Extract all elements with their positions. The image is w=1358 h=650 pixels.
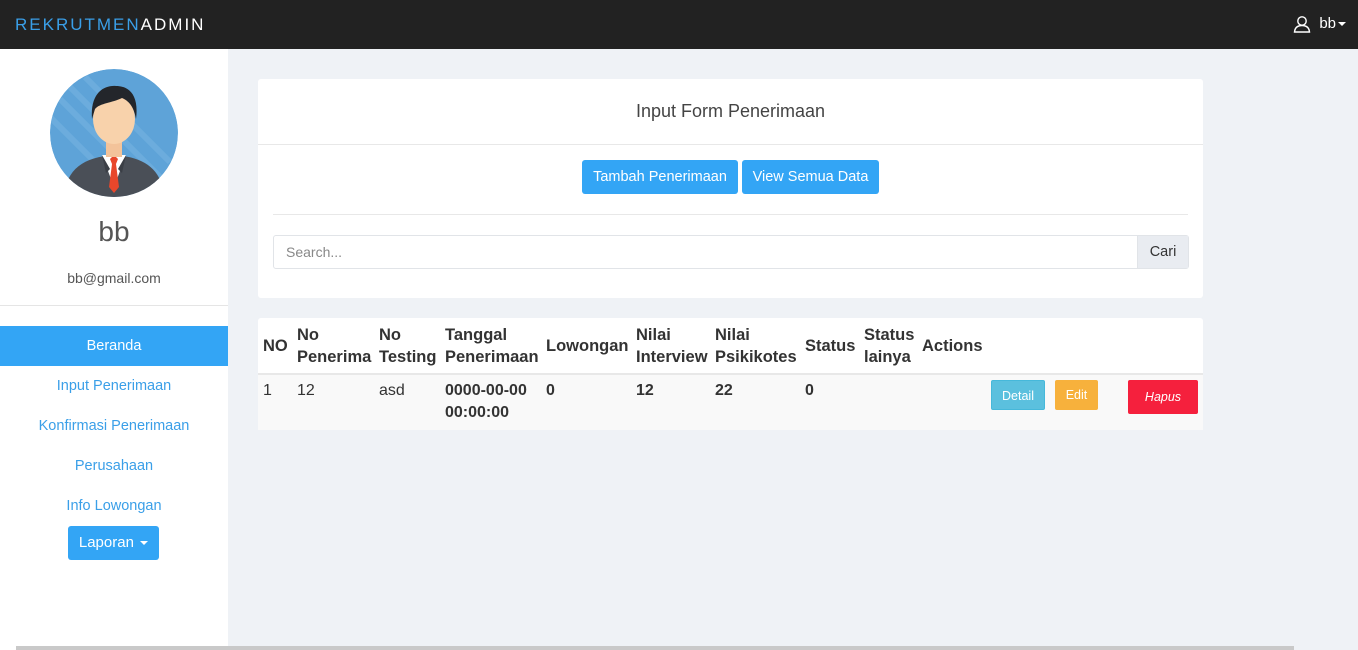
laporan-label: Laporan (78, 534, 134, 551)
divider (273, 214, 1188, 215)
column-header-status: Status (805, 337, 856, 355)
chevron-down-icon (140, 541, 149, 546)
column-header-actions: Actions (922, 337, 983, 355)
column-header-status-lainya: Status lainya (864, 326, 915, 366)
column-header-nilai-psikikotes: Nilai Psikikotes (715, 326, 797, 366)
top-navbar: REKRUTMENADMIN bb (0, 0, 1358, 49)
divider (258, 144, 1203, 145)
search-button[interactable]: Cari (1137, 236, 1188, 268)
profile-name: bb (98, 216, 130, 247)
sidebar-divider (0, 305, 228, 306)
column-header-no-penerima: No Penerima (297, 326, 372, 366)
view-semua-data-button[interactable]: View Semua Data (742, 160, 879, 194)
user-icon (1294, 16, 1311, 33)
sidebar-item-info-lowongan[interactable]: Info Lowongan (0, 486, 228, 526)
sidebar-nav: Beranda Input Penerimaan Konfirmasi Pene… (0, 326, 228, 526)
search-input[interactable] (274, 236, 1137, 268)
data-table: NO No Penerima No Testing Tanggal Penerimaa… (258, 318, 1203, 430)
cell-no-testing: asd (379, 382, 405, 399)
cell-no-penerima: 12 (297, 382, 315, 399)
column-header-no-testing: No Testing (379, 326, 437, 366)
cell-nilai-psikikotes: 22 (715, 382, 733, 399)
sidebar-item-perusahaan[interactable]: Perusahaan (0, 446, 228, 486)
avatar-image (50, 69, 178, 197)
sidebar-item-input-penerimaan[interactable]: Input Penerimaan (0, 366, 228, 406)
laporan-dropdown-button[interactable]: Laporan (68, 526, 159, 560)
column-header-tanggal-penerimaan: Tanggal Penerimaan (445, 326, 539, 366)
sidebar: bb bb@gmail.com Beranda Input Penerimaan… (0, 49, 228, 650)
search-group: Cari (273, 235, 1189, 269)
cell-no: 1 (263, 382, 272, 399)
cell-lowongan: 0 (546, 382, 555, 399)
tambah-penerimaan-button[interactable]: Tambah Penerimaan (582, 160, 738, 194)
edit-button[interactable]: Edit (1055, 380, 1098, 410)
brand-logo[interactable]: REKRUTMENADMIN (15, 15, 205, 35)
form-panel: Input Form Penerimaan Tambah Penerimaan … (258, 79, 1203, 298)
table-row: 1 12 asd 0000-00-00 00:00:00 0 12 22 0 De… (258, 375, 1203, 430)
column-header-lowongan: Lowongan (546, 337, 629, 355)
user-name: bb (1319, 15, 1336, 32)
avatar (50, 69, 178, 197)
cell-tanggal-penerimaan: 0000-00-00 00:00:00 (445, 382, 527, 421)
cell-nilai-interview: 12 (636, 382, 654, 399)
chevron-down-icon (1338, 22, 1346, 26)
column-header-nilai-interview: Nilai Interview (636, 326, 708, 366)
brand-part2: ADMIN (140, 15, 206, 34)
hapus-button[interactable]: Hapus (1128, 380, 1198, 414)
brand-part1: REKRUTMEN (15, 15, 141, 34)
user-menu[interactable]: bb (1293, 14, 1346, 34)
column-header-no: NO (263, 337, 288, 355)
cell-status: 0 (805, 382, 814, 399)
table-header: NO No Penerima No Testing Tanggal Penerimaa… (258, 318, 1203, 375)
horizontal-scrollbar[interactable] (16, 646, 1294, 650)
detail-button[interactable]: Detail (991, 380, 1045, 410)
sidebar-item-beranda[interactable]: Beranda (0, 326, 228, 366)
panel-title: Input Form Penerimaan (635, 101, 826, 121)
sidebar-item-konfirmasi-penerimaan[interactable]: Konfirmasi Penerimaan (0, 406, 228, 446)
profile-email: bb@gmail.com (67, 270, 161, 286)
